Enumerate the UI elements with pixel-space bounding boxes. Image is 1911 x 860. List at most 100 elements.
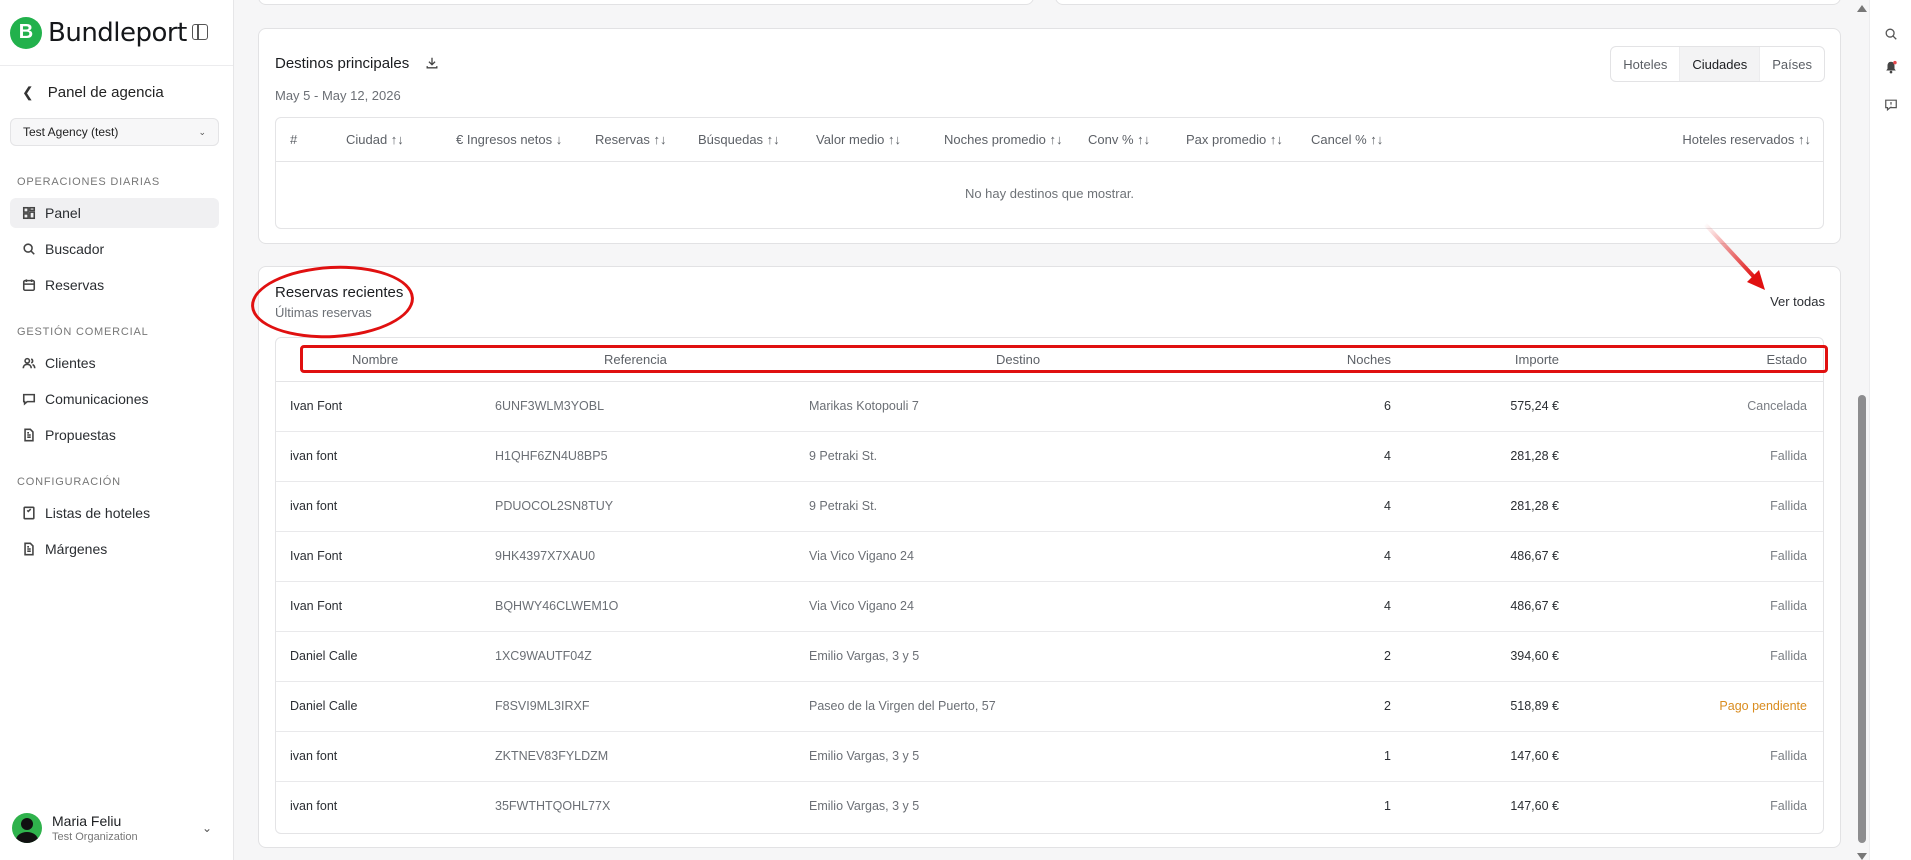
user-menu[interactable]: Maria Feliu Test Organization ⌄ [0, 796, 234, 860]
sidebar-item-buscador[interactable]: Buscador [10, 234, 219, 264]
cell-amount: 281,28 € [1510, 449, 1559, 463]
feedback-icon[interactable] [1884, 98, 1898, 112]
cell-status: Fallida [1770, 749, 1807, 763]
empty-message: No hay destinos que mostrar. [964, 186, 1135, 201]
scroll-down-icon[interactable] [1857, 853, 1867, 860]
column-header[interactable]: € Ingresos netos ↓ [456, 132, 562, 147]
cell-dest: Marikas Kotopouli 7 [809, 399, 919, 413]
destinations-table-header: # Ciudad ↑↓ € Ingresos netos ↓ Reservas ↑↓ B… [276, 118, 1823, 162]
sidebar-item-label: Listas de hoteles [45, 505, 151, 521]
cell-status: Fallida [1770, 549, 1807, 563]
scrollbar[interactable] [1856, 0, 1868, 860]
cell-name: ivan font [290, 499, 338, 513]
scroll-up-icon[interactable] [1857, 5, 1867, 12]
sidebar: B Bundleport ❮ Panel de agencia Test Age… [0, 0, 234, 860]
column-header[interactable]: Noches promedio ↑↓ [944, 132, 1063, 147]
sidebar-item-clientes[interactable]: Clientes [10, 348, 219, 378]
scroll-thumb[interactable] [1858, 395, 1866, 843]
bell-icon[interactable] [1884, 60, 1898, 74]
avatar [12, 813, 42, 843]
document-icon [24, 542, 34, 556]
cell-nights: 2 [1384, 699, 1391, 713]
segment-hoteles[interactable]: Hoteles [1611, 47, 1681, 81]
cell-ref: 6UNF3WLM3YOBL [495, 399, 605, 413]
segment-paises[interactable]: Países [1760, 47, 1824, 81]
column-header[interactable]: Pax promedio ↑↓ [1186, 132, 1283, 147]
chat-icon [22, 393, 36, 406]
cell-name: Daniel Calle [290, 699, 358, 713]
recent-bookings-table: Nombre Referencia Destino Noches Importe Esta… [275, 337, 1824, 834]
sidebar-item-label: Comunicaciones [45, 391, 149, 407]
segment-ciudades[interactable]: Ciudades [1680, 47, 1761, 81]
user-name: Maria Feliu [52, 813, 122, 829]
sidebar-item-panel[interactable]: Panel [10, 198, 219, 228]
document-icon [24, 428, 34, 442]
column-header[interactable]: Ciudad ↑↓ [346, 132, 404, 147]
cell-name: Ivan Font [290, 399, 343, 413]
cell-amount: 486,67 € [1510, 599, 1559, 613]
cell-dest: Emilio Vargas, 3 y 5 [809, 649, 920, 663]
back-to-agency-panel[interactable]: ❮ Panel de agencia [0, 66, 233, 118]
cell-status: Fallida [1770, 649, 1807, 663]
sidebar-item-comunicaciones[interactable]: Comunicaciones [10, 384, 219, 414]
sidebar-toggle-icon[interactable] [192, 24, 208, 40]
table-row[interactable]: Ivan Font BQHWY46CLWEM1O Via Vico Vigano 2… [276, 582, 1823, 632]
search-icon[interactable] [1884, 27, 1898, 41]
cell-dest: Paseo de la Virgen del Puerto, 57 [809, 699, 996, 713]
brand[interactable]: B Bundleport [0, 0, 233, 66]
calendar-icon [22, 279, 36, 292]
cell-nights: 1 [1384, 799, 1391, 813]
cell-nights: 4 [1384, 599, 1391, 613]
sidebar-item-label: Buscador [45, 241, 105, 257]
sidebar-item-label: Clientes [45, 355, 96, 371]
column-header[interactable]: Búsquedas ↑↓ [698, 132, 780, 147]
user-org: Test Organization [52, 831, 138, 843]
column-header[interactable]: Conv % ↑↓ [1088, 132, 1150, 147]
cell-status: Cancelada [1747, 399, 1807, 413]
table-row[interactable]: Ivan Font 9HK4397X7XAU0 Via Vico Vigano 24… [276, 532, 1823, 582]
column-header[interactable]: Hoteles reservados ↑↓ [1682, 132, 1811, 147]
cell-ref: 1XC9WAUTF04Z [495, 649, 592, 663]
search-icon [23, 243, 35, 255]
sidebar-item-reservas[interactable]: Reservas [10, 270, 219, 300]
view-all-link[interactable]: Ver todas [1770, 294, 1825, 309]
sidebar-item-propuestas[interactable]: Propuestas [10, 420, 219, 450]
cell-nights: 1 [1384, 749, 1391, 763]
table-row[interactable]: ivan font PDUOCOL2SN8TUY 9 Petraki St. 4 281… [276, 482, 1823, 532]
cell-amount: 394,60 € [1510, 649, 1559, 663]
cell-name: ivan font [290, 799, 338, 813]
agency-select[interactable]: Test Agency (test) ⌄ [10, 118, 219, 146]
column-header[interactable]: Valor medio ↑↓ [816, 132, 901, 147]
sidebar-item-label: Márgenes [45, 541, 108, 557]
cell-ref: 9HK4397X7XAU0 [495, 549, 596, 563]
sidebar-item-listas-de-hoteles[interactable]: Listas de hoteles [10, 498, 219, 528]
table-row[interactable]: Ivan Font 6UNF3WLM3YOBL Marikas Kotopouli … [276, 382, 1823, 432]
cell-ref: ZKTNEV83FYLDZM [495, 749, 609, 763]
cell-nights: 4 [1384, 449, 1391, 463]
table-row[interactable]: Daniel Calle F8SVI9ML3IRXF Paseo de la Vir… [276, 682, 1823, 732]
annotation-arrow [1703, 222, 1765, 290]
table-row[interactable]: ivan font H1QHF6ZN4U8BP5 9 Petraki St. 4 281… [276, 432, 1823, 482]
cell-nights: 4 [1384, 499, 1391, 513]
download-icon[interactable] [425, 56, 439, 70]
dashboard-icon [22, 206, 36, 220]
cell-amount: 518,89 € [1510, 699, 1559, 713]
table-row[interactable]: Daniel Calle 1XC9WAUTF04Z Emilio Vargas, 3… [276, 632, 1823, 682]
table-row[interactable]: ivan font ZKTNEV83FYLDZM Emilio Vargas, 3 … [276, 732, 1823, 782]
column-header[interactable]: Reservas ↑↓ [595, 132, 667, 147]
section-label: CONFIGURACIÓN [17, 476, 121, 488]
sidebar-item-margenes[interactable]: Márgenes [10, 534, 219, 564]
cell-status: Pago pendiente [1719, 699, 1807, 713]
column-header[interactable]: Cancel % ↑↓ [1311, 132, 1383, 147]
cell-ref: H1QHF6ZN4U8BP5 [495, 449, 608, 463]
cell-dest: 9 Petraki St. [809, 499, 878, 513]
cell-name: ivan font [290, 749, 338, 763]
column-header[interactable]: # [290, 132, 297, 147]
cell-amount: 486,67 € [1510, 549, 1559, 563]
app: B Bundleport ❮ Panel de agencia Test Age… [0, 0, 1911, 860]
cell-amount: 147,60 € [1510, 749, 1559, 763]
table-row[interactable]: ivan font 35FWTHTQOHL77X Emilio Vargas, 3 … [276, 782, 1823, 832]
chevron-left-icon: ❮ [22, 83, 34, 100]
cell-ref: 35FWTHTQOHL77X [495, 799, 611, 813]
section-label: OPERACIONES DIARIAS [17, 176, 160, 188]
